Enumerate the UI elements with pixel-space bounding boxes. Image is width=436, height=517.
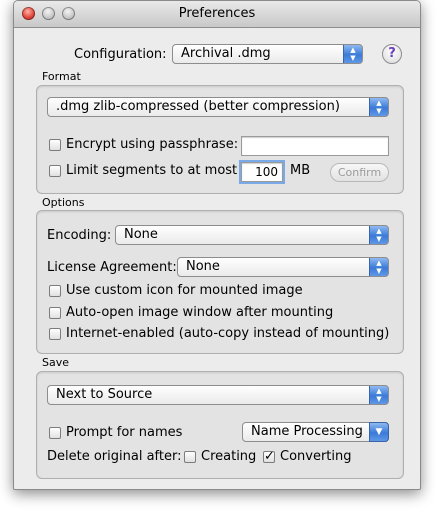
limit-segments-checkbox[interactable] — [49, 165, 61, 177]
encoding-popup[interactable]: None ▲ ▼ — [115, 225, 389, 245]
image-format-value: .dmg zlib-compressed (better compression… — [56, 99, 340, 114]
internet-enabled-checkbox[interactable] — [49, 328, 61, 340]
close-button[interactable] — [22, 7, 35, 20]
preferences-window: Preferences Configuration: Archival .dmg… — [13, 0, 421, 490]
custom-icon-label: Use custom icon for mounted image — [66, 283, 303, 298]
encrypt-label: Encrypt using passphrase: — [66, 137, 239, 152]
save-group-title: Save — [42, 356, 70, 369]
up-down-arrows-icon: ▲ ▼ — [369, 386, 388, 404]
license-popup[interactable]: None ▲ ▼ — [177, 257, 389, 277]
prompt-names-checkbox[interactable] — [49, 427, 61, 439]
name-processing-pulldown[interactable]: Name Processing ▼ — [242, 422, 389, 442]
internet-enabled-label: Internet-enabled (auto-copy instead of m… — [66, 326, 390, 341]
encoding-label: Encoding: — [47, 228, 112, 243]
configuration-label: Configuration: — [74, 47, 167, 62]
converting-checkbox[interactable]: ✓ — [263, 449, 275, 464]
encrypt-checkbox[interactable] — [49, 139, 61, 151]
up-down-arrows-icon: ▲ ▼ — [369, 258, 388, 276]
up-down-arrows-icon: ▲ ▼ — [369, 98, 388, 116]
configuration-popup[interactable]: Archival .dmg ▲ ▼ — [172, 44, 363, 64]
zoom-button[interactable] — [62, 7, 75, 20]
creating-label: Creating — [201, 449, 257, 464]
license-label: License Agreement: — [47, 260, 177, 275]
options-group-title: Options — [42, 196, 85, 209]
format-group-title: Format — [42, 70, 81, 83]
encoding-value: None — [124, 227, 158, 242]
up-down-arrows-icon: ▲ ▼ — [343, 45, 362, 63]
segment-unit-label: MB — [290, 163, 311, 178]
passphrase-field[interactable] — [241, 136, 389, 156]
checkmark-icon: ✓ — [264, 449, 275, 464]
help-button[interactable]: ? — [382, 44, 402, 64]
auto-open-checkbox[interactable] — [49, 307, 61, 319]
up-down-arrows-icon: ▲ ▼ — [369, 226, 388, 244]
save-location-popup[interactable]: Next to Source ▲ ▼ — [47, 385, 389, 405]
custom-icon-checkbox[interactable] — [49, 285, 61, 297]
image-format-popup[interactable]: .dmg zlib-compressed (better compression… — [47, 97, 389, 117]
name-processing-label: Name Processing — [251, 424, 363, 439]
limit-segments-label: Limit segments to at most — [66, 163, 238, 178]
question-mark-icon: ? — [388, 46, 396, 61]
window-title: Preferences — [178, 6, 256, 21]
creating-checkbox[interactable] — [184, 451, 196, 463]
confirm-button[interactable]: Confirm — [330, 163, 389, 182]
converting-label: Converting — [280, 449, 352, 464]
title-bar[interactable]: Preferences — [14, 1, 420, 28]
down-triangle-icon: ▼ — [369, 422, 389, 442]
minimize-button[interactable] — [42, 7, 55, 20]
prompt-names-label: Prompt for names — [66, 425, 183, 440]
save-location-value: Next to Source — [56, 387, 153, 402]
delete-original-label: Delete original after: — [47, 449, 182, 464]
configuration-value: Archival .dmg — [181, 46, 271, 61]
segment-size-field[interactable]: 100 — [241, 162, 283, 182]
license-value: None — [186, 259, 220, 274]
auto-open-label: Auto-open image window after mounting — [66, 305, 334, 320]
